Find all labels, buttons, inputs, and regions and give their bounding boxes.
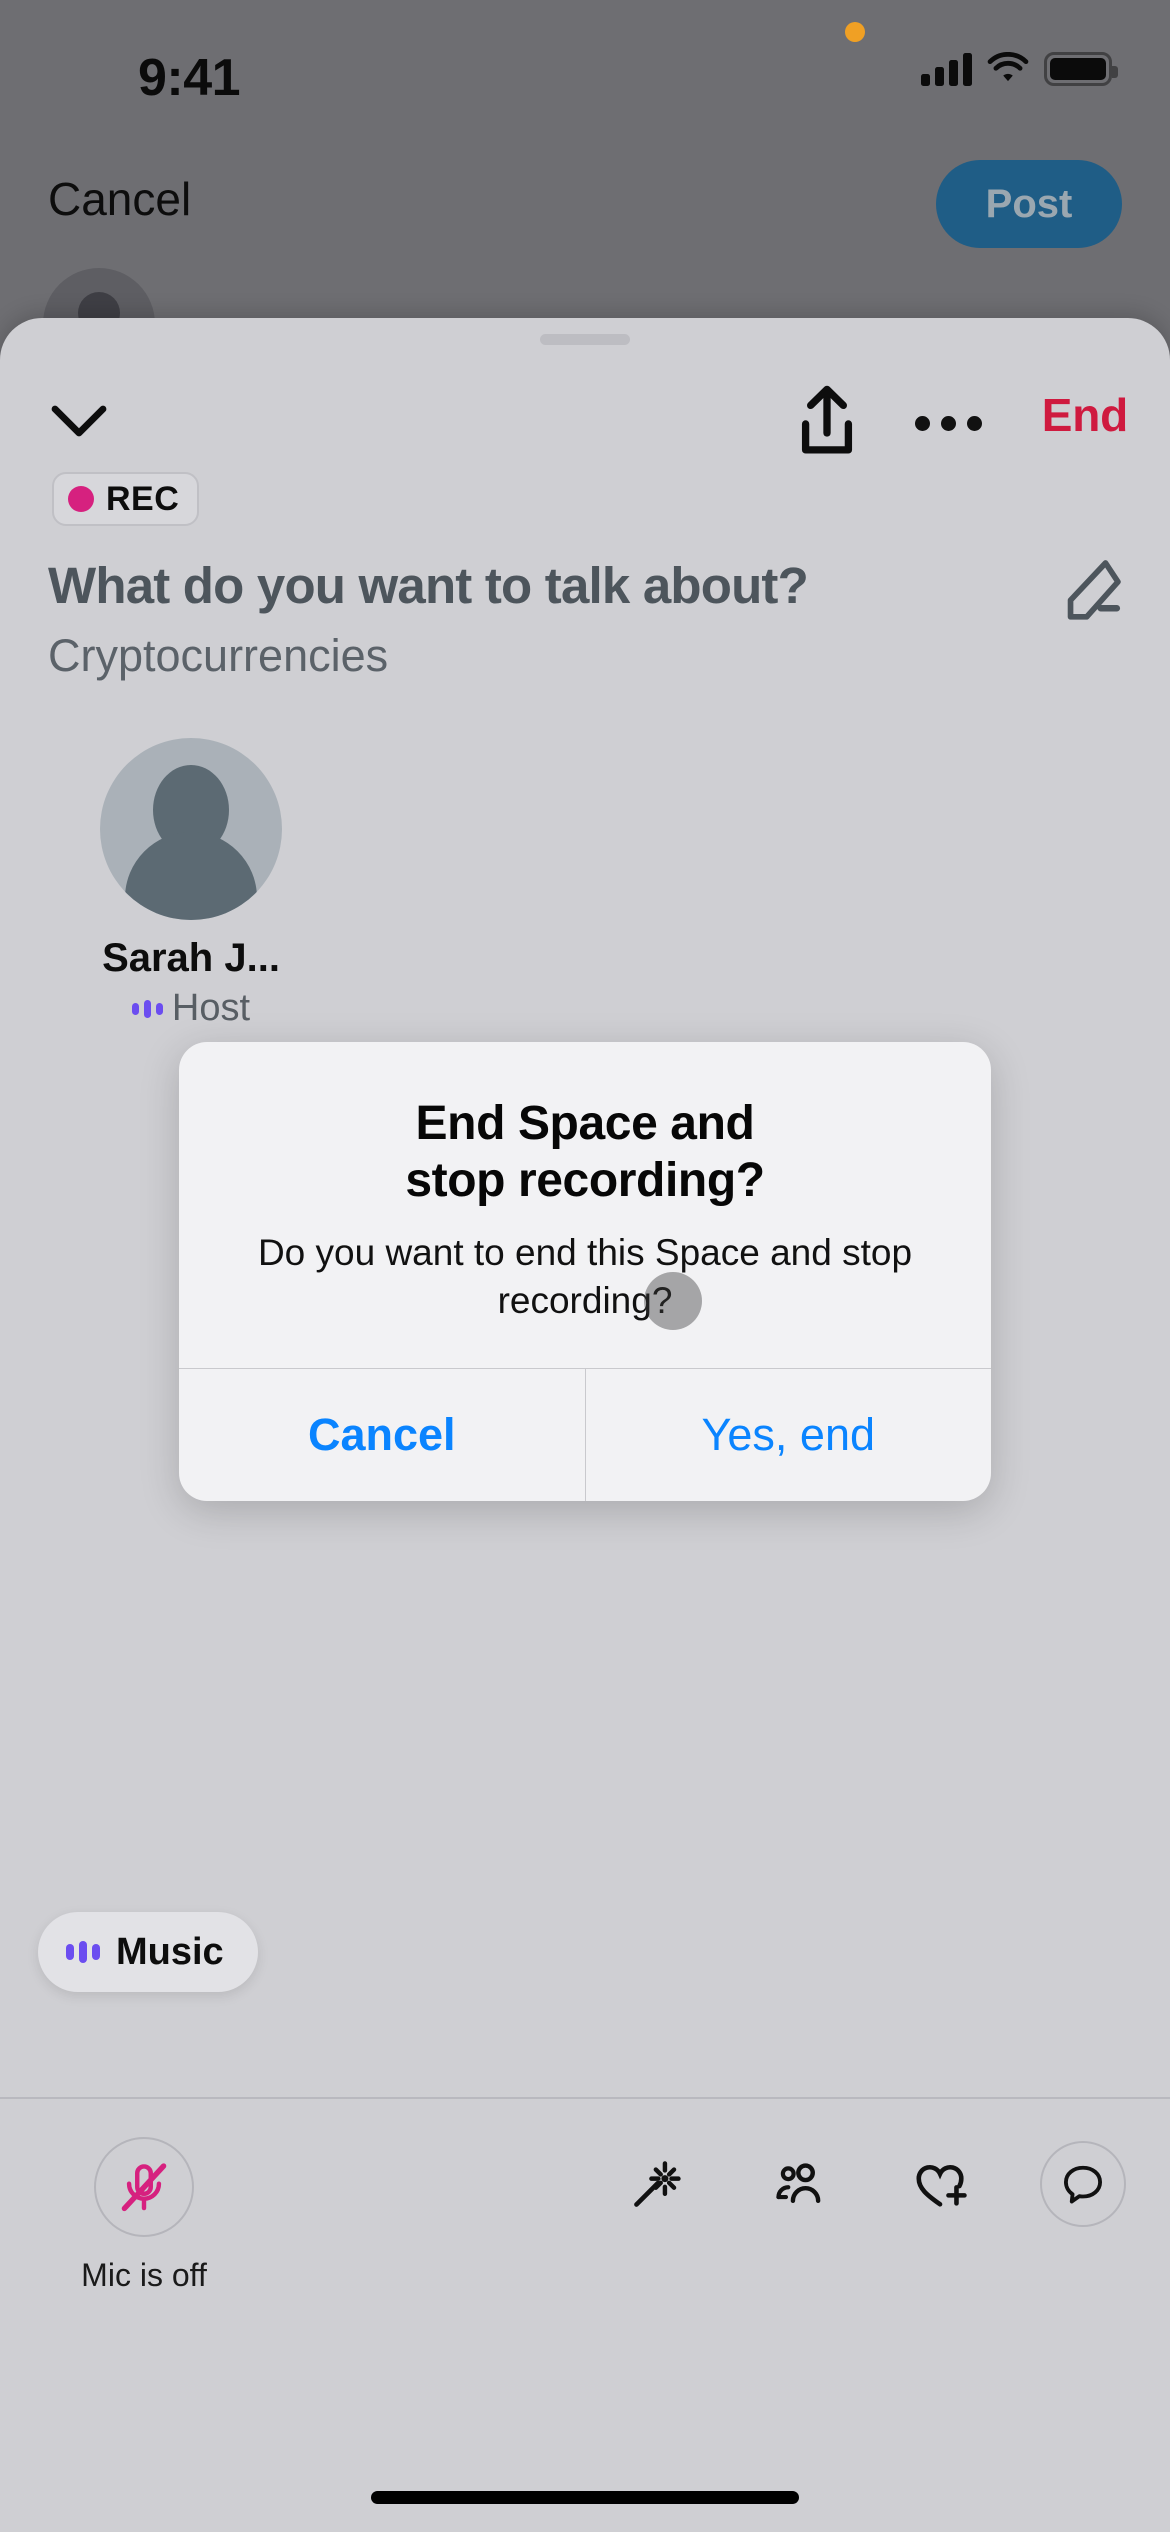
alert-message: Do you want to end this Space and stop r… xyxy=(257,1232,913,1321)
status-bar: 9:41 xyxy=(0,0,1170,140)
cellular-signal-icon xyxy=(921,52,972,86)
chevron-down-icon[interactable] xyxy=(48,390,110,452)
home-indicator xyxy=(371,2491,799,2504)
chat-bubble-icon[interactable] xyxy=(1040,2141,1126,2227)
space-topic: Cryptocurrencies xyxy=(48,630,389,681)
pencil-edit-icon[interactable] xyxy=(1056,556,1126,626)
people-icon[interactable] xyxy=(756,2141,842,2227)
speaker-role-row: Host xyxy=(66,987,316,1030)
mic-off-icon[interactable] xyxy=(94,2137,194,2237)
compose-post-button[interactable]: Post xyxy=(936,160,1122,248)
toolbar-actions xyxy=(614,2141,1126,2227)
record-dot-icon xyxy=(68,486,94,512)
sheet-header: End xyxy=(0,380,1170,470)
compose-cancel-button[interactable]: Cancel xyxy=(48,172,191,226)
phone-screen: 9:41 Cancel Post End REC What do you wan… xyxy=(0,0,1170,2532)
share-icon[interactable] xyxy=(790,384,864,460)
mic-toggle-group[interactable]: Mic is off xyxy=(44,2137,244,2294)
alert-title: End Space and stop recording? xyxy=(405,1097,765,1207)
recording-indicator-dot-icon xyxy=(845,22,865,42)
music-pill-button[interactable]: Music xyxy=(38,1912,258,1992)
heart-plus-icon[interactable] xyxy=(898,2141,984,2227)
bottom-toolbar: Mic is off xyxy=(0,2099,1170,2532)
mic-status-label: Mic is off xyxy=(81,2257,207,2293)
magic-wand-icon[interactable] xyxy=(614,2141,700,2227)
speaker-card[interactable]: Sarah J... Host xyxy=(66,738,316,1030)
speaker-name: Sarah J... xyxy=(102,936,280,980)
end-space-alert-dialog: End Space and stop recording? Do you wan… xyxy=(179,1042,991,1501)
recording-badge: REC xyxy=(52,472,200,526)
audio-wave-icon xyxy=(131,999,163,1018)
alert-actions: Cancel Yes, end xyxy=(179,1367,992,1501)
space-title: What do you want to talk about? xyxy=(48,557,809,614)
more-horizontal-icon[interactable] xyxy=(905,398,991,448)
speaker-role-label: Host xyxy=(171,987,251,1029)
avatar-body-shape xyxy=(125,832,257,920)
alert-cancel-button[interactable]: Cancel xyxy=(179,1368,586,1501)
avatar[interactable] xyxy=(100,738,282,920)
alert-body: End Space and stop recording? Do you wan… xyxy=(179,1042,991,1368)
recording-badge-label: REC xyxy=(106,479,180,518)
alert-confirm-button[interactable]: Yes, end xyxy=(586,1369,992,1501)
status-bar-time: 9:41 xyxy=(138,49,241,107)
end-space-button[interactable]: End xyxy=(1042,388,1128,442)
status-bar-indicators xyxy=(921,52,1118,86)
wifi-icon xyxy=(987,52,1029,82)
music-pill-label: Music xyxy=(116,1930,224,1973)
battery-icon xyxy=(1044,52,1118,86)
sheet-grabber-handle[interactable] xyxy=(540,334,630,345)
touch-pointer-indicator xyxy=(644,1272,702,1330)
audio-wave-icon xyxy=(66,1941,100,1963)
